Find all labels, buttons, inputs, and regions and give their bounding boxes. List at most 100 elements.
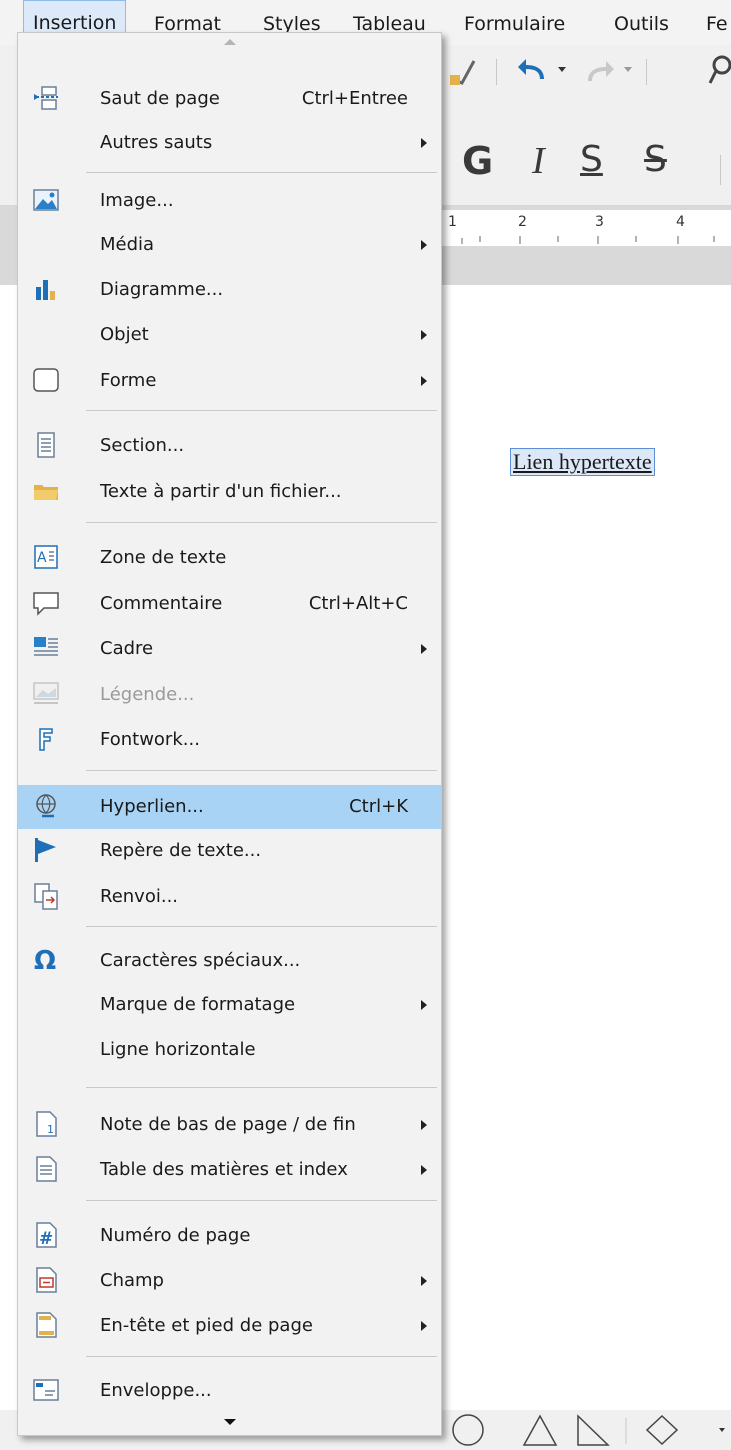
chart-icon: [36, 280, 55, 300]
diamond-icon[interactable]: [645, 1414, 679, 1446]
menu-item-cadre[interactable]: Cadre: [18, 627, 441, 671]
horizontal-ruler[interactable]: 1 2 3 4: [440, 210, 731, 246]
menu-item-hyperlien[interactable]: Hyperlien... Ctrl+K: [18, 785, 441, 829]
submenu-arrow-icon: [421, 1321, 427, 1331]
menu-separator: [86, 1356, 437, 1357]
italic-button[interactable]: I: [532, 139, 545, 183]
insertion-menu-dropdown: Saut de page Ctrl+Entree Autres sauts Im…: [17, 32, 442, 1436]
scroll-down-icon[interactable]: [224, 1419, 236, 1425]
menu-separator: [86, 926, 437, 927]
strikethrough-button[interactable]: S: [644, 139, 667, 180]
bold-button[interactable]: G: [462, 139, 493, 183]
undo-icon[interactable]: [516, 55, 550, 85]
menu-item-commentaire[interactable]: Commentaire Ctrl+Alt+C: [18, 582, 441, 626]
menu-item-forme[interactable]: Forme: [18, 359, 441, 403]
find-replace-icon[interactable]: [708, 53, 731, 87]
menu-item-shortcut: Ctrl+Entree: [301, 88, 408, 109]
menu-item-label: Ligne horizontale: [100, 1039, 256, 1060]
menu-item-label: Renvoi...: [100, 886, 179, 907]
ruler-tick-4: 4: [676, 214, 685, 230]
menu-item-renvoi[interactable]: Renvoi...: [18, 875, 441, 919]
undo-dropdown-icon[interactable]: [558, 67, 568, 75]
menu-item-label: Commentaire: [100, 593, 223, 614]
svg-text:1: 1: [47, 1123, 54, 1136]
page-number-icon: #: [36, 1222, 57, 1249]
menu-item-shortcut: Ctrl+Alt+C: [308, 593, 408, 614]
menu-item-legende: Légende...: [18, 673, 441, 717]
submenu-arrow-icon: [421, 644, 427, 654]
menu-item-label: Hyperlien...: [100, 796, 204, 817]
header-footer-icon: [36, 1312, 57, 1338]
menu-item-label: Objet: [100, 324, 149, 345]
menu-separator: [86, 410, 437, 411]
menu-item-note-bas-page[interactable]: 1 Note de bas de page / de fin: [18, 1103, 441, 1147]
svg-text:Ω: Ω: [34, 946, 56, 974]
menu-item-image[interactable]: Image...: [18, 179, 441, 223]
footnote-icon: 1: [36, 1111, 57, 1137]
menu-outils[interactable]: Outils: [614, 9, 669, 39]
shapes-dropdown-icon[interactable]: [719, 1428, 725, 1432]
selected-hyperlink-text[interactable]: Lien hypertexte: [510, 448, 655, 476]
triangle-icon[interactable]: [522, 1414, 558, 1446]
scroll-up-icon[interactable]: [224, 39, 236, 45]
menu-fenetre[interactable]: Fe: [706, 9, 728, 39]
menu-item-ligne-horizontale[interactable]: Ligne horizontale: [18, 1028, 441, 1072]
submenu-arrow-icon: [421, 1276, 427, 1286]
fontwork-icon: [39, 728, 53, 751]
menu-item-label: Numéro de page: [100, 1225, 251, 1246]
menu-item-diagramme[interactable]: Diagramme...: [18, 268, 441, 312]
caption-icon: [33, 682, 59, 704]
menu-item-label: Caractères spéciaux...: [100, 950, 301, 971]
menu-item-marque-formatage[interactable]: Marque de formatage: [18, 983, 441, 1027]
underline-button[interactable]: S: [580, 139, 603, 180]
envelope-icon: [33, 1379, 59, 1401]
clone-formatting-icon[interactable]: [448, 53, 478, 87]
menu-item-entete-pied[interactable]: En-tête et pied de page: [18, 1304, 441, 1348]
submenu-arrow-icon: [421, 240, 427, 250]
menu-item-texte-fichier[interactable]: Texte à partir d'un fichier...: [18, 470, 441, 514]
menu-item-label: Fontwork...: [100, 729, 200, 750]
menu-item-champ[interactable]: Champ: [18, 1259, 441, 1303]
svg-text:A: A: [37, 550, 47, 566]
menu-item-table-matieres[interactable]: Table des matières et index: [18, 1148, 441, 1192]
menu-item-label: Marque de formatage: [100, 994, 296, 1015]
menu-item-zone-texte[interactable]: A Zone de texte: [18, 536, 441, 580]
redo-dropdown-icon[interactable]: [624, 67, 634, 75]
menu-item-label: Table des matières et index: [100, 1159, 348, 1180]
menu-formulaire[interactable]: Formulaire: [464, 9, 565, 39]
menu-item-label: Note de bas de page / de fin: [100, 1114, 356, 1135]
menu-item-caracteres-speciaux[interactable]: Ω Caractères spéciaux...: [18, 939, 441, 983]
menu-item-enveloppe[interactable]: Enveloppe...: [18, 1369, 441, 1413]
menu-item-media[interactable]: Média: [18, 223, 441, 267]
toc-icon: [36, 1156, 57, 1182]
menu-item-shortcut: Ctrl+K: [349, 796, 408, 817]
ruler-tick-2: 2: [518, 214, 527, 230]
menu-item-label: Champ: [100, 1270, 164, 1291]
submenu-arrow-icon: [421, 1000, 427, 1010]
shape-icon: [33, 368, 59, 392]
drawing-shapes: [452, 1414, 725, 1446]
folder-icon: [34, 485, 58, 500]
redo-icon[interactable]: [584, 57, 618, 85]
image-icon: [33, 189, 59, 211]
menu-item-label: Enveloppe...: [100, 1380, 212, 1401]
menu-item-autres-sauts[interactable]: Autres sauts: [18, 121, 441, 165]
menu-item-saut-de-page[interactable]: Saut de page Ctrl+Entree: [18, 77, 441, 121]
menu-item-section[interactable]: Section...: [18, 424, 441, 468]
section-icon: [37, 432, 55, 458]
menu-item-numero-page[interactable]: # Numéro de page: [18, 1214, 441, 1258]
ellipse-icon[interactable]: [452, 1414, 484, 1446]
submenu-arrow-icon: [421, 376, 427, 386]
field-icon: [36, 1267, 57, 1293]
menu-item-label: Média: [100, 234, 155, 255]
omega-icon: Ω: [34, 946, 56, 974]
ruler-tick-3: 3: [595, 214, 604, 230]
right-triangle-icon[interactable]: [577, 1414, 610, 1446]
menu-item-label: Repère de texte...: [100, 840, 262, 861]
menu-item-label: Image...: [100, 190, 174, 211]
menu-item-label: Forme: [100, 370, 157, 391]
menu-item-fontwork[interactable]: Fontwork...: [18, 718, 441, 762]
menu-item-repere-texte[interactable]: Repère de texte...: [18, 829, 441, 873]
menu-item-label: Légende...: [100, 684, 195, 705]
menu-item-objet[interactable]: Objet: [18, 313, 441, 357]
